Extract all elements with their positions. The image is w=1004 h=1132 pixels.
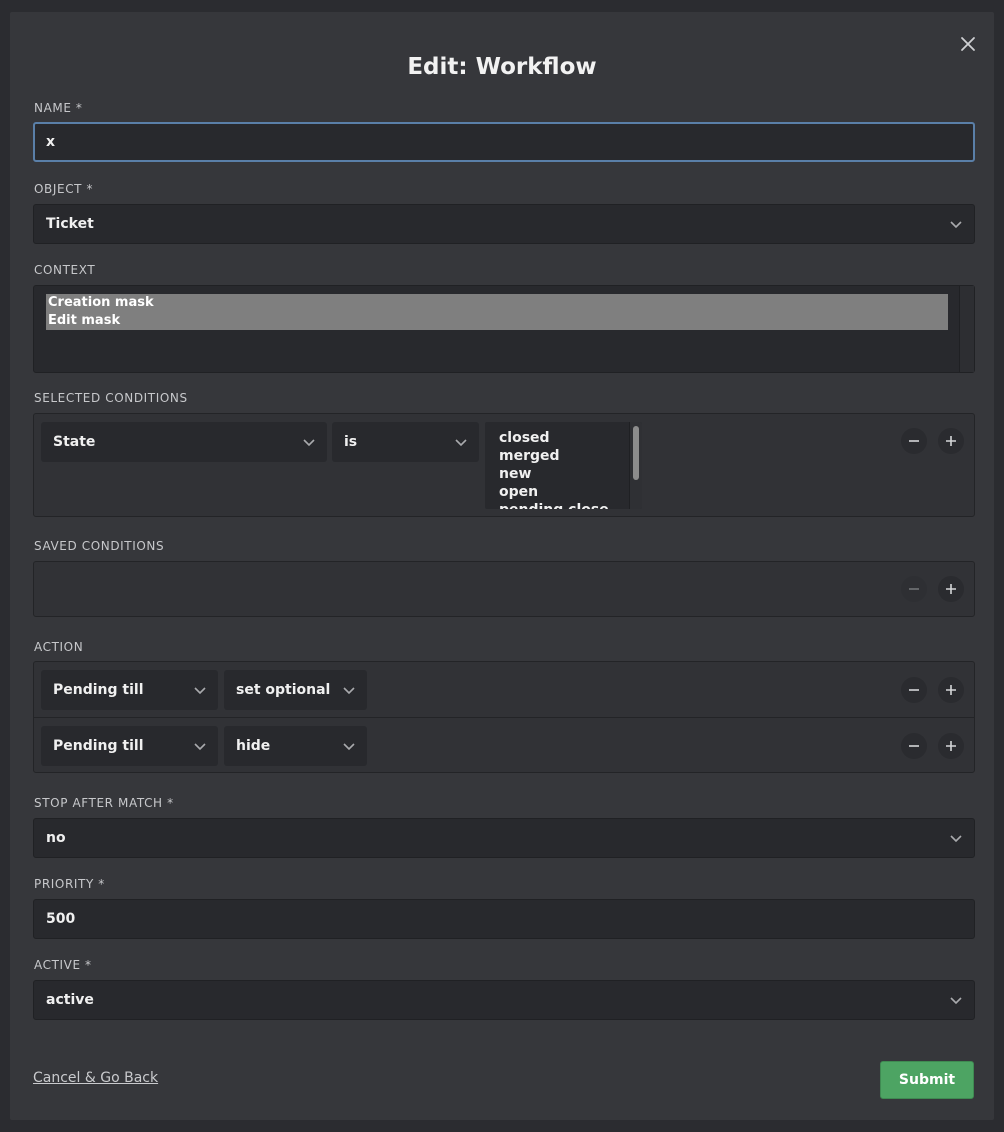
action-label: ACTION: [34, 640, 84, 654]
submit-button[interactable]: Submit: [880, 1061, 974, 1099]
plus-icon: [946, 741, 956, 751]
minus-icon: [909, 745, 919, 747]
active-label: ACTIVE *: [34, 958, 92, 972]
context-label: CONTEXT: [34, 263, 96, 277]
context-option-creation-mask[interactable]: Creation mask: [46, 294, 948, 312]
action-attribute-value: Pending till: [53, 738, 144, 754]
condition-attribute-value: State: [53, 434, 96, 450]
plus-icon: [946, 584, 956, 594]
chevron-down-icon: [950, 221, 962, 229]
add-action-button[interactable]: [938, 733, 964, 759]
condition-values-multiselect[interactable]: closed merged new open pending close: [485, 422, 642, 509]
selected-conditions-label: SELECTED CONDITIONS: [34, 391, 188, 405]
remove-saved-condition-button[interactable]: [901, 576, 927, 602]
condition-value-option[interactable]: merged: [499, 447, 642, 465]
action-operation-select[interactable]: set optional: [224, 670, 367, 710]
modal-title: Edit: Workflow: [407, 54, 597, 80]
condition-attribute-select[interactable]: State: [41, 422, 327, 462]
add-condition-button[interactable]: [938, 428, 964, 454]
priority-label: PRIORITY *: [34, 877, 105, 891]
workflow-edit-modal: Edit: Workflow NAME * x OBJECT * Ticket …: [10, 12, 994, 1120]
saved-conditions-group: [33, 561, 975, 617]
active-select-value: active: [46, 992, 94, 1008]
chevron-down-icon: [343, 743, 355, 751]
selected-conditions-group: State is closed merged new open pending …: [33, 413, 975, 517]
object-select-value: Ticket: [46, 216, 94, 232]
minus-icon: [909, 689, 919, 691]
name-input-value: x: [46, 134, 56, 150]
action-row-divider: [34, 717, 974, 718]
context-scrollbar[interactable]: [959, 286, 974, 372]
stop-after-match-value: no: [46, 830, 66, 846]
stop-after-match-select[interactable]: no: [33, 818, 975, 858]
remove-action-button[interactable]: [901, 733, 927, 759]
priority-input-value: 500: [46, 911, 76, 927]
chevron-down-icon: [194, 687, 206, 695]
condition-operator-value: is: [344, 434, 358, 450]
chevron-down-icon: [303, 439, 315, 447]
scrollbar-thumb[interactable]: [633, 426, 639, 480]
condition-operator-select[interactable]: is: [332, 422, 479, 462]
action-attribute-select[interactable]: Pending till: [41, 726, 218, 766]
chevron-down-icon: [194, 743, 206, 751]
chevron-down-icon: [950, 835, 962, 843]
name-input[interactable]: x: [33, 122, 975, 162]
add-saved-condition-button[interactable]: [938, 576, 964, 602]
context-listbox[interactable]: Creation mask Edit mask: [33, 285, 975, 373]
object-select[interactable]: Ticket: [33, 204, 975, 244]
plus-icon: [946, 685, 956, 695]
condition-value-option[interactable]: pending close: [499, 501, 642, 509]
priority-input[interactable]: 500: [33, 899, 975, 939]
condition-value-option[interactable]: new: [499, 465, 642, 483]
stop-after-match-label: STOP AFTER MATCH *: [34, 796, 174, 810]
condition-values-scrollbar[interactable]: [629, 422, 642, 509]
condition-value-option[interactable]: open: [499, 483, 642, 501]
chevron-down-icon: [343, 687, 355, 695]
condition-value-option[interactable]: closed: [499, 429, 642, 447]
action-operation-value: hide: [236, 738, 271, 754]
close-button[interactable]: [956, 32, 980, 56]
object-label: OBJECT *: [34, 182, 94, 196]
context-option-edit-mask[interactable]: Edit mask: [46, 312, 948, 330]
remove-condition-button[interactable]: [901, 428, 927, 454]
name-label: NAME *: [34, 101, 83, 115]
cancel-go-back-link[interactable]: Cancel & Go Back: [33, 1070, 158, 1086]
close-icon: [961, 37, 975, 51]
action-operation-select[interactable]: hide: [224, 726, 367, 766]
action-attribute-value: Pending till: [53, 682, 144, 698]
active-select[interactable]: active: [33, 980, 975, 1020]
chevron-down-icon: [950, 997, 962, 1005]
action-operation-value: set optional: [236, 682, 331, 698]
minus-icon: [909, 440, 919, 442]
chevron-down-icon: [455, 439, 467, 447]
action-attribute-select[interactable]: Pending till: [41, 670, 218, 710]
saved-conditions-label: SAVED CONDITIONS: [34, 539, 165, 553]
plus-icon: [946, 436, 956, 446]
minus-icon: [909, 588, 919, 590]
remove-action-button[interactable]: [901, 677, 927, 703]
add-action-button[interactable]: [938, 677, 964, 703]
action-group: Pending till set optional Pending till h…: [33, 661, 975, 773]
